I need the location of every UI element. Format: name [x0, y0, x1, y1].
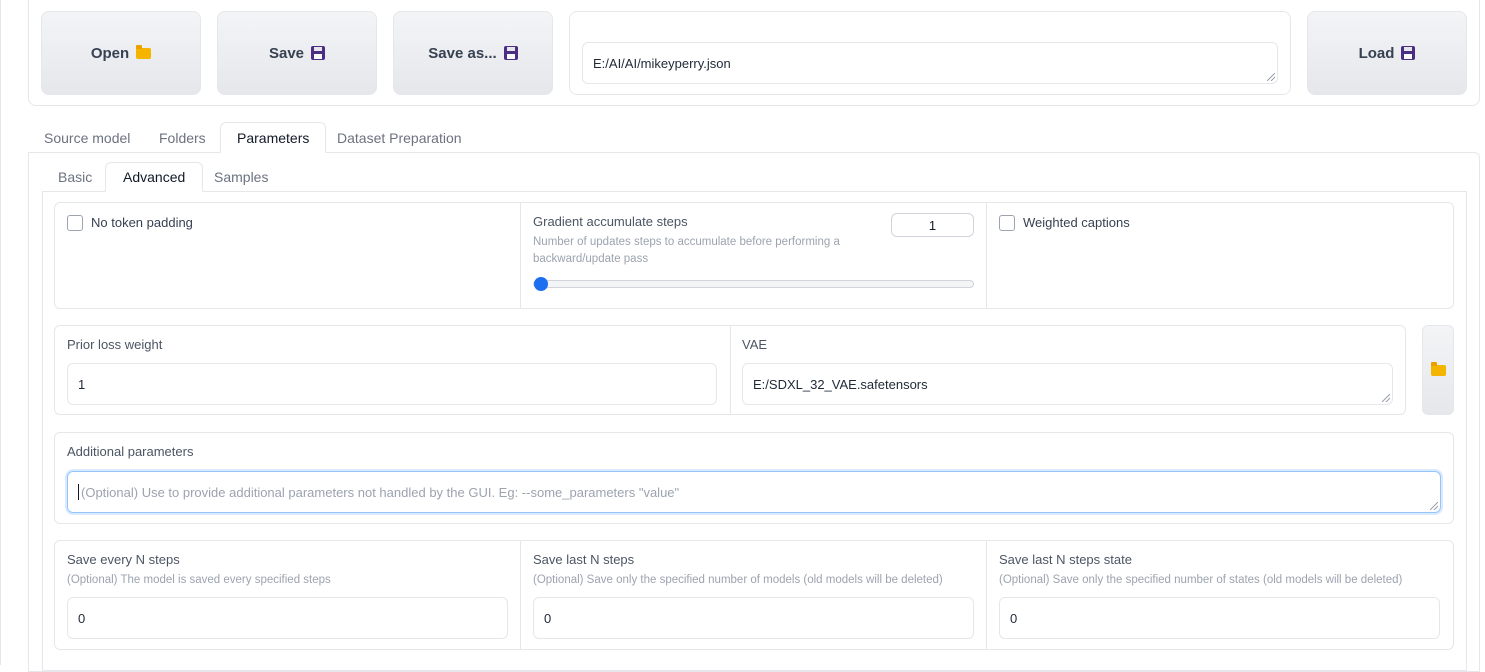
save-every-n-steps-input[interactable]: 0	[67, 597, 508, 639]
tab-label: Source model	[44, 129, 131, 146]
tab-label: Parameters	[237, 129, 310, 146]
save-last-n-steps-state-info: (Optional) Save only the specified numbe…	[999, 574, 1403, 586]
gradient-accumulate-number[interactable]: 1	[891, 213, 974, 237]
save-as-button[interactable]: Save as...	[393, 11, 553, 95]
divider	[986, 541, 987, 649]
gradient-accumulate-value: 1	[928, 217, 937, 233]
divider	[520, 541, 521, 649]
tab-parameters[interactable]: Parameters	[220, 122, 327, 153]
save-button-label: Save	[268, 44, 305, 62]
resize-grip-icon[interactable]	[1382, 394, 1390, 402]
save-last-n-steps-state-label: Save last N steps state	[999, 552, 1132, 567]
config-path-value: E:/AI/AI/mikeyperry.json	[593, 55, 731, 71]
save-every-n-steps-label: Save every N steps	[67, 552, 180, 567]
subtab-basic[interactable]: Basic	[41, 162, 109, 192]
tab-dataset-preparation[interactable]: Dataset Preparation	[321, 122, 478, 153]
no-token-padding-checkbox[interactable]	[67, 215, 83, 231]
save-last-n-steps-state-input[interactable]: 0	[999, 597, 1440, 639]
floppy-disk-icon	[311, 46, 326, 60]
additional-parameters-input[interactable]: (Optional) Use to provide additional par…	[67, 471, 1441, 513]
save-last-n-steps-input[interactable]: 0	[533, 597, 974, 639]
vae-path-input[interactable]: E:/SDXL_32_VAE.safetensors	[742, 363, 1393, 405]
tab-source-model[interactable]: Source model	[28, 122, 146, 153]
additional-parameters-label: Additional parameters	[67, 444, 194, 459]
divider	[730, 326, 731, 414]
tab-label: Dataset Preparation	[337, 129, 462, 146]
vae-browse-button[interactable]	[1422, 325, 1454, 415]
save-last-n-steps-state-value: 0	[1010, 610, 1018, 626]
prior-loss-weight-value: 1	[78, 376, 86, 392]
prior-loss-weight-input[interactable]: 1	[67, 363, 717, 405]
tab-label: Basic	[58, 169, 93, 185]
config-path-input[interactable]: E:/AI/AI/mikeyperry.json	[582, 42, 1278, 84]
open-button[interactable]: Open	[41, 11, 201, 95]
no-token-padding-label: No token padding	[91, 215, 193, 230]
divider	[986, 203, 987, 308]
divider	[520, 203, 521, 308]
subtab-advanced[interactable]: Advanced	[105, 162, 204, 192]
tab-label: Advanced	[123, 169, 186, 185]
slider-handle[interactable]	[534, 277, 548, 291]
page-left-border	[0, 0, 1, 665]
load-button-label: Load	[1358, 44, 1395, 62]
save-every-n-steps-value: 0	[78, 610, 86, 626]
prior-loss-weight-label: Prior loss weight	[67, 337, 163, 352]
additional-parameters-placeholder: (Optional) Use to provide additional par…	[81, 484, 680, 500]
save-last-n-steps-info: (Optional) Save only the specified numbe…	[533, 574, 943, 586]
save-button[interactable]: Save	[217, 11, 377, 95]
gradient-accumulate-slider[interactable]	[533, 280, 974, 288]
resize-grip-icon[interactable]	[1430, 502, 1438, 510]
open-button-label: Open	[90, 44, 130, 62]
vae-label: VAE	[742, 337, 768, 352]
text-caret	[78, 484, 79, 500]
folder-icon	[1430, 361, 1446, 376]
tab-label: Folders	[159, 129, 206, 146]
resize-grip-icon[interactable]	[1267, 73, 1275, 81]
subtab-samples[interactable]: Samples	[197, 162, 285, 192]
tab-label: Samples	[214, 169, 269, 185]
gradient-accumulate-label: Gradient accumulate steps	[533, 214, 688, 229]
folder-icon	[136, 44, 152, 59]
floppy-disk-icon	[503, 46, 518, 60]
config-path-group: E:/AI/AI/mikeyperry.json	[569, 11, 1291, 95]
load-button[interactable]: Load	[1307, 11, 1467, 95]
gradient-accumulate-info: Number of updates steps to accumulate be…	[533, 236, 840, 265]
save-every-n-steps-info: (Optional) The model is saved every spec…	[67, 574, 331, 586]
weighted-captions-checkbox[interactable]	[999, 215, 1015, 231]
weighted-captions-label: Weighted captions	[1023, 215, 1130, 230]
save-last-n-steps-value: 0	[544, 610, 552, 626]
tab-folders[interactable]: Folders	[143, 122, 222, 153]
save-as-button-label: Save as...	[428, 44, 497, 62]
floppy-disk-icon	[1401, 46, 1416, 60]
save-last-n-steps-label: Save last N steps	[533, 552, 635, 567]
vae-path-value: E:/SDXL_32_VAE.safetensors	[753, 376, 928, 392]
